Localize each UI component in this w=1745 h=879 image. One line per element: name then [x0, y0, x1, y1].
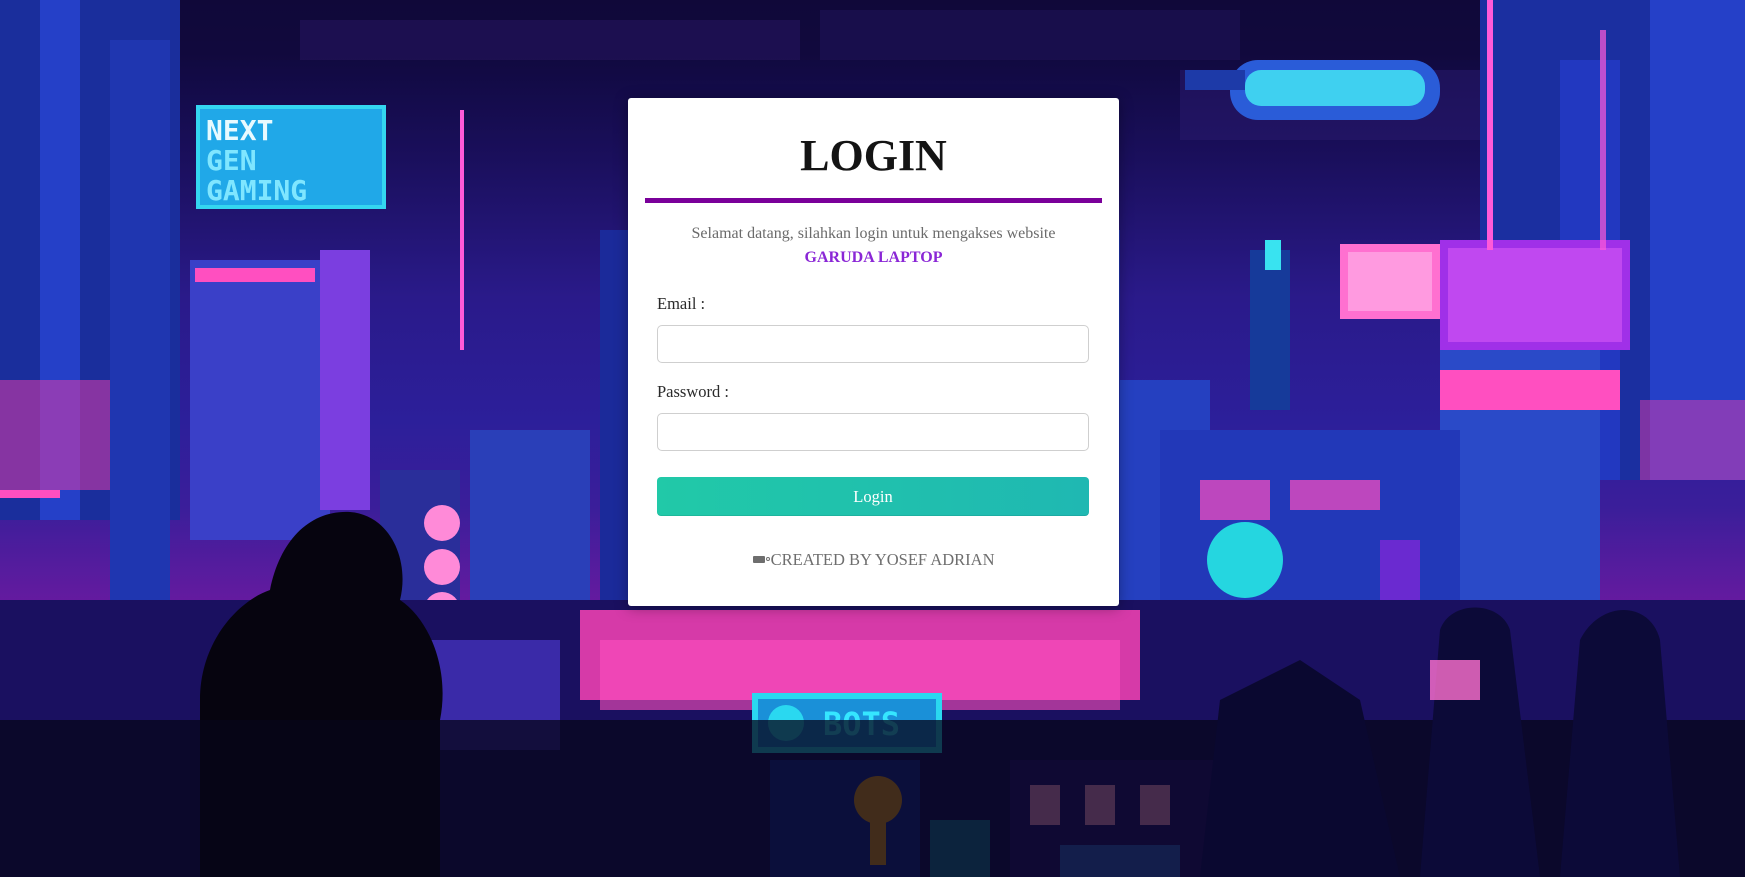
email-field[interactable] — [657, 325, 1089, 363]
plug-icon — [752, 556, 770, 563]
password-field[interactable] — [657, 413, 1089, 451]
welcome-text: Selamat datang, silahkan login untuk men… — [691, 225, 1056, 242]
svg-text:NEXT: NEXT — [206, 114, 273, 147]
svg-text:GAMING: GAMING — [206, 174, 307, 207]
login-button[interactable]: Login — [657, 477, 1089, 516]
password-label: Password : — [657, 382, 729, 401]
credit-line: CREATED BY YOSEF ADRIAN — [628, 550, 1119, 570]
login-card: LOGIN Selamat datang, silahkan login unt… — [628, 98, 1119, 606]
welcome-message: Selamat datang, silahkan login untuk men… — [658, 222, 1089, 270]
svg-text:GEN: GEN — [206, 144, 257, 177]
brand-name: GARUDA LAPTOP — [804, 249, 943, 266]
credit-text: CREATED BY YOSEF ADRIAN — [770, 550, 995, 569]
email-label: Email : — [657, 294, 706, 313]
title-divider — [645, 198, 1102, 203]
login-title: LOGIN — [800, 131, 947, 180]
